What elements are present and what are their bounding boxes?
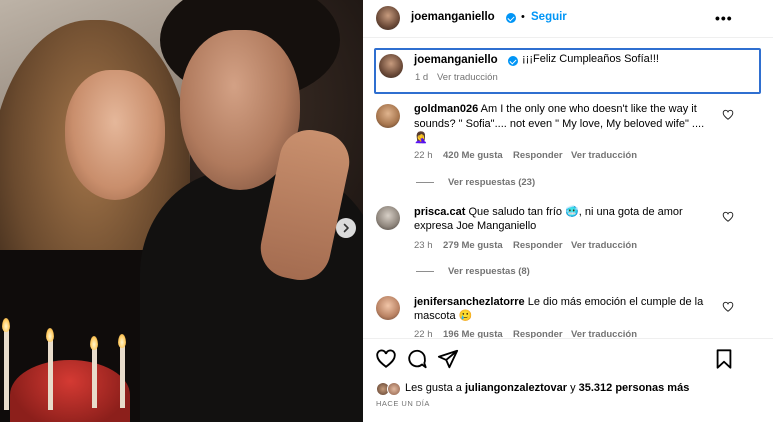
heart-icon[interactable] (375, 348, 397, 370)
comment-time: 23 h (414, 240, 433, 251)
photo-candle (4, 330, 9, 410)
likes-prefix: Les gusta a (405, 382, 465, 394)
actions-section: Les gusta a juliangonzaleztovar y 35.312… (363, 338, 773, 422)
actions-divider (363, 338, 773, 339)
bookmark-icon[interactable] (713, 348, 735, 370)
reply-button[interactable]: Responder (513, 240, 563, 251)
caption-text: ¡¡¡Feliz Cumpleaños Sofía!!! (522, 53, 659, 65)
header-separator: • (521, 11, 525, 23)
photo-cake (10, 360, 130, 422)
follow-button[interactable]: Seguir (531, 11, 567, 23)
photo-candle (92, 348, 97, 408)
heart-icon[interactable] (722, 109, 734, 121)
comment-time: 22 h (414, 150, 433, 161)
heart-icon[interactable] (722, 211, 734, 223)
comment-text: Le dio más emoción el cumple de la (527, 296, 704, 308)
view-replies-button[interactable]: Ver respuestas (8) (448, 266, 530, 277)
caption-author-avatar[interactable] (379, 54, 403, 78)
comment-emoji: 🤦‍♀️ (414, 132, 428, 144)
translate-link[interactable]: Ver traducción (571, 240, 637, 251)
likes-others[interactable]: 35.312 personas más (579, 382, 690, 394)
likes-middle: y (567, 382, 579, 394)
post-timestamp: HACE UN DÍA (376, 399, 430, 408)
comment-username[interactable]: jenifersanchezlatorre (414, 296, 525, 308)
comment-body: prisca.cat Que saludo tan frío 🥶, ni una… (414, 205, 683, 220)
comment-text: mascota 🥲 (414, 310, 473, 322)
likes-summary[interactable]: Les gusta a juliangonzaleztovar y 35.312… (405, 382, 689, 394)
photo-flame (90, 336, 98, 350)
replies-divider (416, 271, 434, 272)
more-options-button[interactable]: ••• (715, 10, 733, 26)
comment-body: goldman026 Am I the only one who doesn't… (414, 102, 697, 117)
comment-likes[interactable]: 279 Me gusta (443, 240, 503, 251)
verified-badge-icon (506, 13, 516, 23)
comment-text: expresa Joe Manganiello (414, 220, 537, 232)
post-header: joemanganiello • Seguir ••• (363, 0, 773, 38)
caption-translate-link[interactable]: Ver traducción (437, 72, 498, 83)
post-photo (0, 0, 363, 422)
translate-link[interactable]: Ver traducción (571, 150, 637, 161)
photo-flame (2, 318, 10, 332)
heart-icon[interactable] (722, 301, 734, 313)
likes-user[interactable]: juliangonzaleztovar (465, 382, 567, 394)
next-photo-button[interactable] (336, 218, 356, 238)
photo-flame (118, 334, 126, 348)
replies-divider (416, 182, 434, 183)
share-icon[interactable] (437, 348, 459, 370)
liker-avatar[interactable] (387, 382, 401, 396)
photo-candle (120, 346, 125, 408)
comment-text: Que saludo tan frío 🥶, ni una gota de am… (468, 206, 683, 218)
caption: joemanganiello ¡¡¡Feliz Cumpleaños Sofía… (374, 48, 761, 94)
comment-username[interactable]: goldman026 (414, 103, 478, 115)
comment-avatar[interactable] (376, 206, 400, 230)
view-replies-button[interactable]: Ver respuestas (23) (448, 177, 535, 188)
comment-likes[interactable]: 420 Me gusta (443, 150, 503, 161)
photo-flame (46, 328, 54, 342)
author-avatar[interactable] (376, 6, 400, 30)
comment-icon[interactable] (406, 348, 428, 370)
chevron-right-icon (343, 223, 349, 233)
author-username[interactable]: joemanganiello (411, 11, 495, 23)
photo-candle (48, 340, 53, 410)
comment-avatar[interactable] (376, 296, 400, 320)
verified-badge-icon (508, 56, 518, 66)
comment-body: jenifersanchezlatorre Le dio más emoción… (414, 295, 703, 310)
reply-button[interactable]: Responder (513, 150, 563, 161)
caption-time: 1 d (415, 72, 429, 83)
comment-avatar[interactable] (376, 104, 400, 128)
comment-text: Am I the only one who doesn't like the w… (480, 103, 697, 115)
post-side-panel: joemanganiello • Seguir ••• joemanganiel… (363, 0, 773, 422)
comment-text: sounds? " Sofia".... not even " My love,… (414, 118, 705, 130)
comment-username[interactable]: prisca.cat (414, 206, 465, 218)
caption-username[interactable]: joemanganiello (414, 54, 498, 66)
photo-woman-face (65, 70, 165, 200)
